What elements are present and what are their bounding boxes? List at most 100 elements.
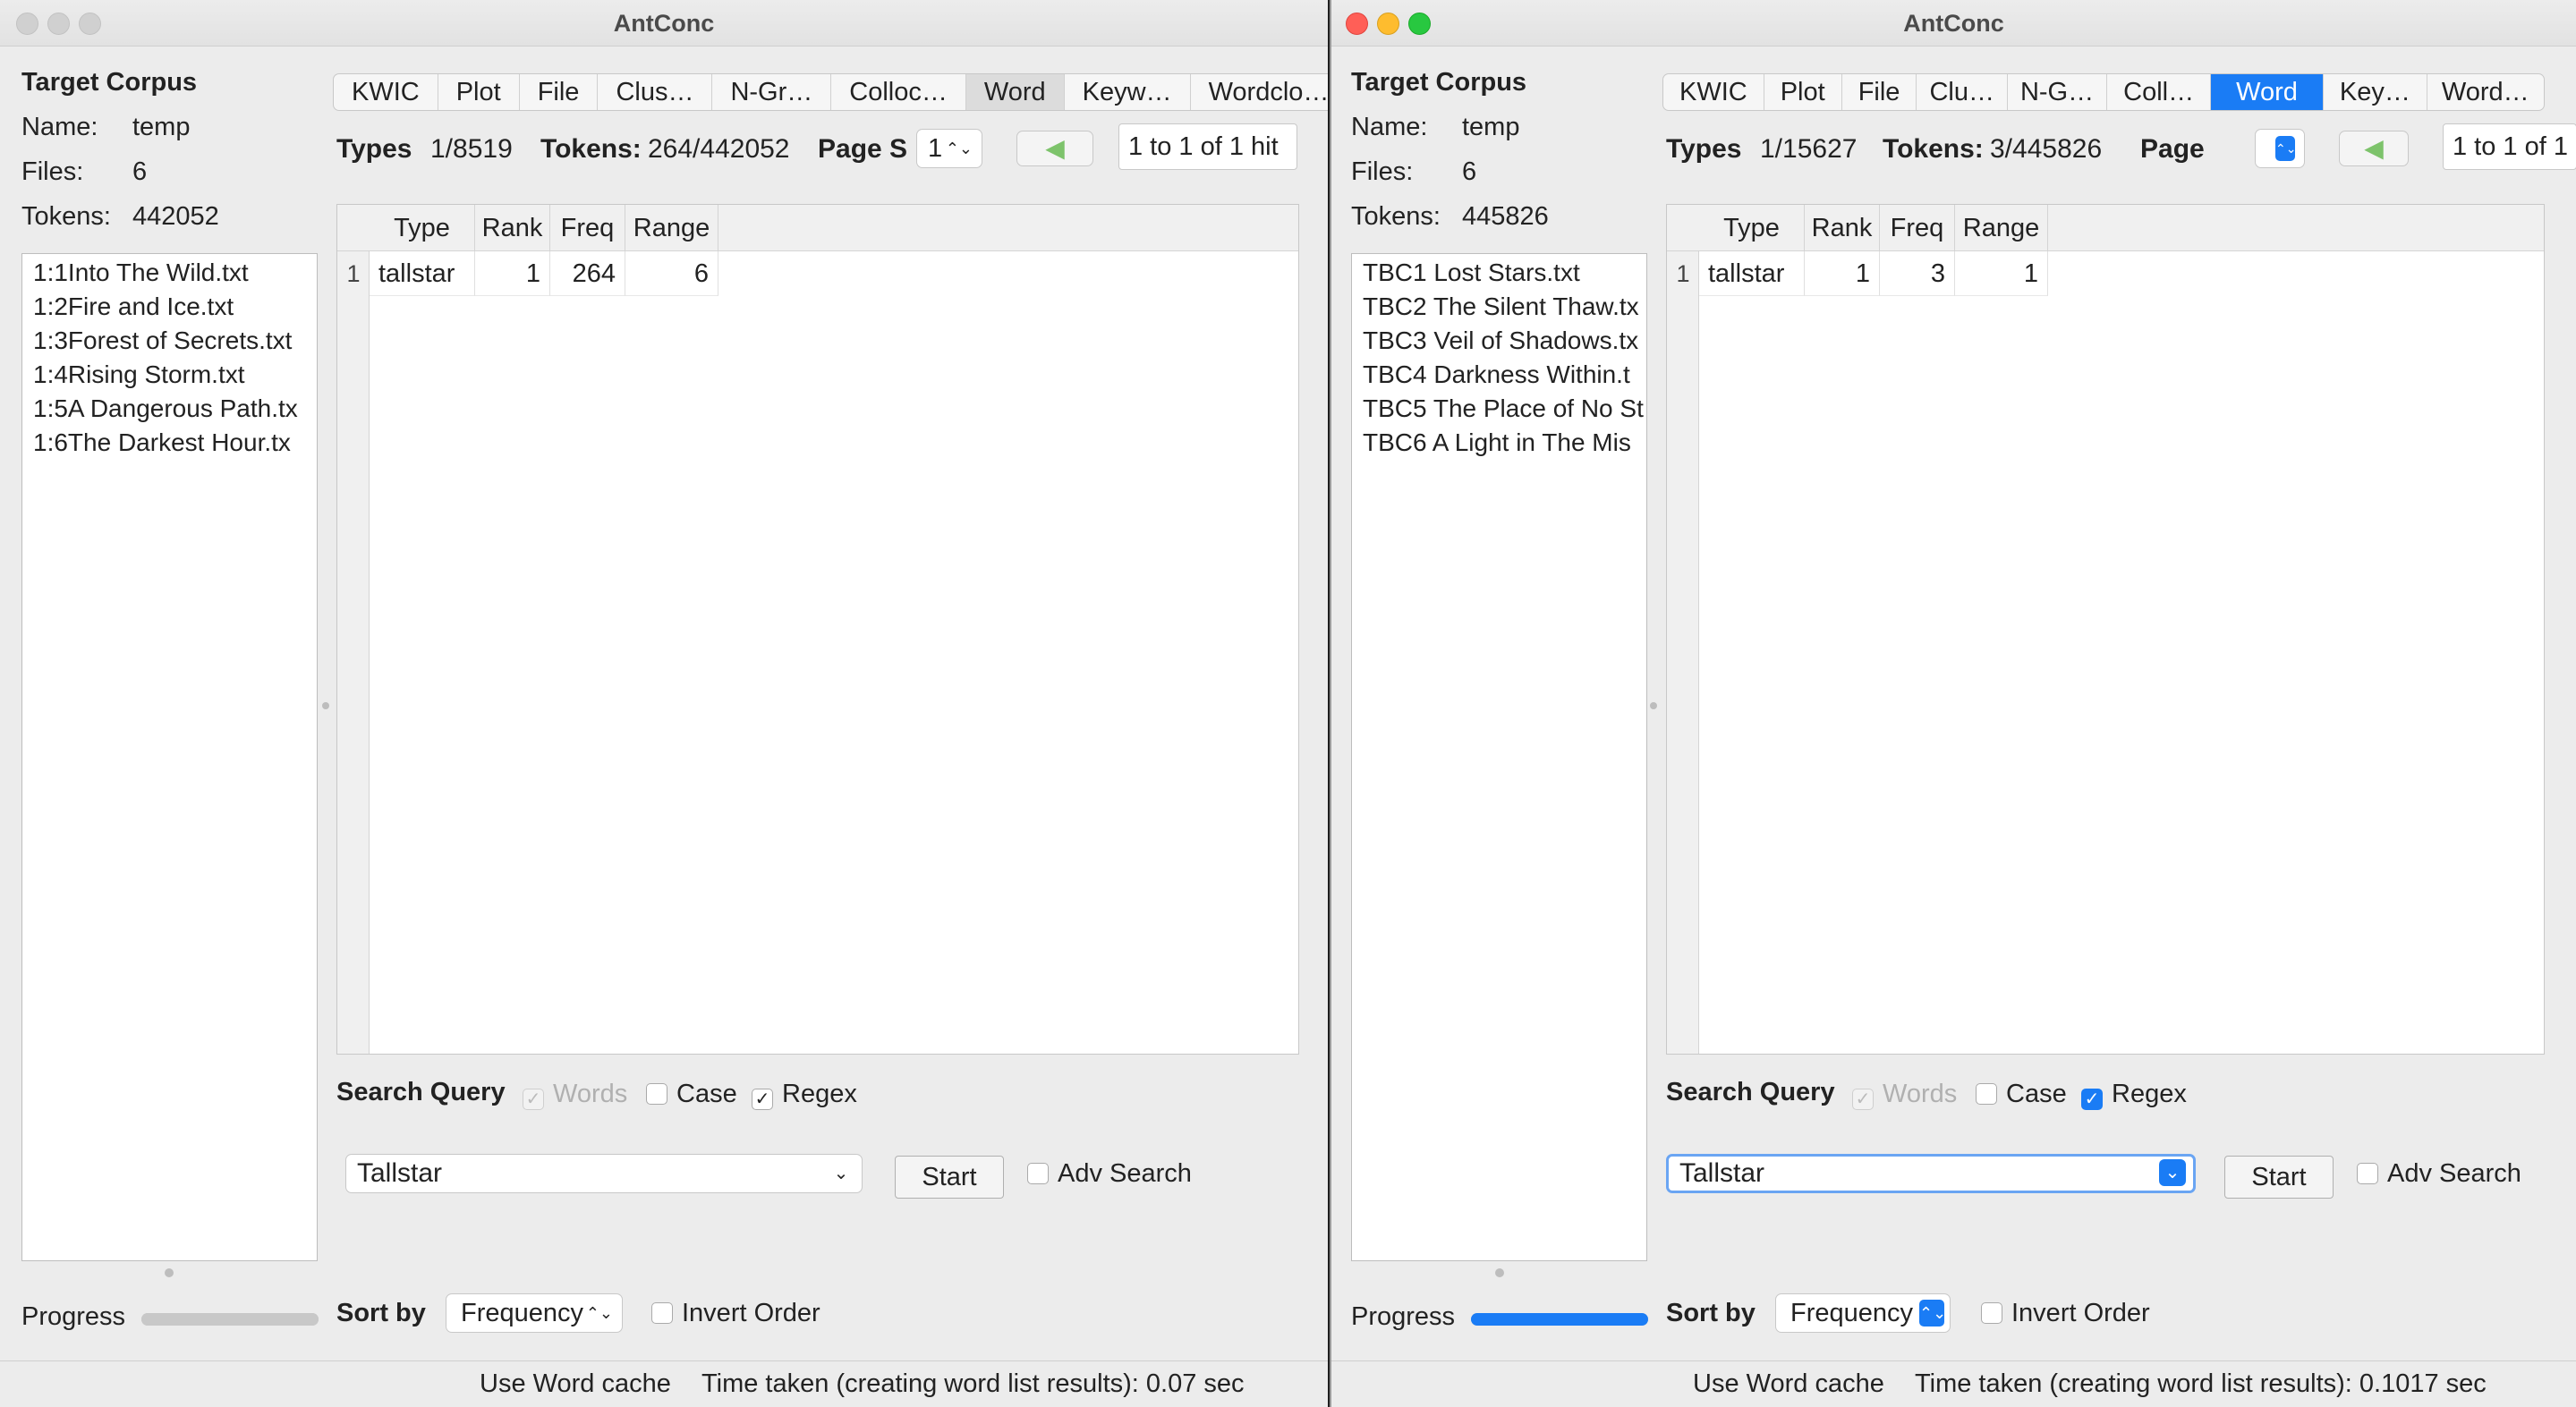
file-list-item[interactable]: 1:4Rising Storm.txt <box>22 358 317 392</box>
corpus-name-value: temp <box>1462 113 1520 141</box>
file-list-item[interactable]: 1:3Forest of Secrets.txt <box>22 324 317 358</box>
case-checkbox[interactable]: Case <box>646 1080 737 1109</box>
progress-label: Progress <box>21 1302 126 1331</box>
split-handle[interactable] <box>165 1268 174 1277</box>
results-table[interactable]: Type Rank Freq Range 1 tallstar 1 3 1 <box>1666 204 2545 1055</box>
cell-range[interactable]: 6 <box>625 251 718 296</box>
tab-file[interactable]: File <box>520 74 599 110</box>
sort-by-select[interactable]: Frequency ⌃⌄ <box>1775 1293 1951 1333</box>
tab-plot[interactable]: Plot <box>438 74 520 110</box>
split-handle[interactable] <box>1495 1268 1504 1277</box>
corpus-file-list[interactable]: 1:1Into The Wild.txt 1:2Fire and Ice.txt… <box>21 253 318 1261</box>
panel-divider-handle[interactable] <box>322 702 329 709</box>
tab-ngram[interactable]: N-G… <box>2008 74 2108 110</box>
page-size-stepper[interactable]: 1 ⌃⌄ <box>916 129 982 168</box>
tab-word[interactable]: Word <box>965 74 1065 110</box>
file-list-item[interactable]: TBC6 A Light in The Mis <box>1352 426 1646 460</box>
previous-page-button[interactable]: ◀ <box>1016 131 1093 166</box>
progress-label: Progress <box>1351 1302 1456 1331</box>
chevron-down-icon[interactable]: ⌄ <box>2159 1159 2186 1186</box>
tab-keyword[interactable]: Keyw… <box>1065 74 1191 110</box>
stepper-arrows-icon: ⌃⌄ <box>585 1304 613 1322</box>
tab-word[interactable]: Word <box>2211 74 2324 110</box>
file-list-item[interactable]: TBC2 The Silent Thaw.tx <box>1352 290 1646 324</box>
cell-range[interactable]: 1 <box>1955 251 2048 296</box>
checkbox-icon <box>2357 1163 2378 1184</box>
zoom-window-button[interactable] <box>79 13 101 35</box>
cell-type[interactable]: tallstar <box>1699 251 1805 296</box>
file-list-item[interactable]: 1:6The Darkest Hour.tx <box>22 426 317 460</box>
tab-collocate[interactable]: Coll… <box>2107 74 2212 110</box>
cell-rank[interactable]: 1 <box>475 251 550 296</box>
invert-order-checkbox[interactable]: Invert Order <box>1981 1299 2150 1328</box>
tab-kwic[interactable]: KWIC <box>1663 74 1764 110</box>
previous-page-button[interactable]: ◀ <box>2339 131 2409 166</box>
case-checkbox[interactable]: Case <box>1976 1080 2067 1109</box>
file-list-item[interactable]: TBC1 Lost Stars.txt <box>1352 256 1646 290</box>
close-window-button[interactable] <box>16 13 38 35</box>
sort-by-select[interactable]: Frequency ⌃⌄ <box>446 1293 623 1333</box>
tab-keyword[interactable]: Key… <box>2324 74 2427 110</box>
cell-rank[interactable]: 1 <box>1805 251 1880 296</box>
column-header-freq[interactable]: Freq <box>550 205 625 251</box>
column-header-freq[interactable]: Freq <box>1880 205 1955 251</box>
column-header-range[interactable]: Range <box>1955 205 2048 251</box>
file-list-item[interactable]: 1:5A Dangerous Path.tx <box>22 392 317 426</box>
column-header-rank[interactable]: Rank <box>475 205 550 251</box>
page-stepper[interactable]: ⌃⌄ <box>2255 129 2305 168</box>
cell-freq[interactable]: 264 <box>550 251 625 296</box>
status-time: Time taken (creating word list results):… <box>1915 1369 2487 1398</box>
results-table[interactable]: Type Rank Freq Range 1 tallstar 1 264 6 <box>336 204 1299 1055</box>
cell-type[interactable]: tallstar <box>370 251 475 296</box>
window-controls <box>16 13 110 39</box>
title-bar[interactable]: AntConc <box>1331 0 2576 47</box>
search-query-input[interactable]: Tallstar ⌄ <box>345 1154 863 1193</box>
file-list-item[interactable]: 1:2Fire and Ice.txt <box>22 290 317 324</box>
adv-search-checkbox[interactable]: Adv Search <box>1027 1159 1192 1189</box>
start-button[interactable]: Start <box>2224 1156 2334 1199</box>
back-arrow-icon: ◀ <box>1045 134 1065 162</box>
tab-kwic[interactable]: KWIC <box>334 74 438 110</box>
file-list-item[interactable]: TBC4 Darkness Within.t <box>1352 358 1646 392</box>
invert-order-checkbox[interactable]: Invert Order <box>651 1299 820 1328</box>
tab-collocate[interactable]: Colloc… <box>831 74 966 110</box>
zoom-window-button[interactable] <box>1408 13 1431 35</box>
page-range-display: 1 to 1 of 1 h <box>2443 123 2576 170</box>
words-checkbox: ✓ Words <box>1852 1080 1957 1110</box>
panel-divider-handle[interactable] <box>1650 702 1657 709</box>
tab-cluster[interactable]: Clu… <box>1917 74 2008 110</box>
column-header-range[interactable]: Range <box>625 205 718 251</box>
cell-freq[interactable]: 3 <box>1880 251 1955 296</box>
file-list-item[interactable]: TBC3 Veil of Shadows.tx <box>1352 324 1646 358</box>
close-window-button[interactable] <box>1346 13 1368 35</box>
tab-wordcloud[interactable]: Wordclo… <box>1191 74 1328 110</box>
minimize-window-button[interactable] <box>1377 13 1399 35</box>
corpus-file-list[interactable]: TBC1 Lost Stars.txt TBC2 The Silent Thaw… <box>1351 253 1647 1261</box>
minimize-window-button[interactable] <box>47 13 70 35</box>
corpus-files-value: 6 <box>132 157 148 186</box>
start-button[interactable]: Start <box>895 1156 1004 1199</box>
search-query-label: Search Query <box>336 1078 506 1106</box>
title-bar[interactable]: AntConc <box>0 0 1328 47</box>
column-header-type[interactable]: Type <box>1699 205 1805 251</box>
column-header-type[interactable]: Type <box>370 205 475 251</box>
file-list-item[interactable]: TBC5 The Place of No St <box>1352 392 1646 426</box>
column-header-rank[interactable]: Rank <box>1805 205 1880 251</box>
regex-checkbox[interactable]: ✓ Regex <box>752 1080 857 1110</box>
file-list-item[interactable]: 1:1Into The Wild.txt <box>22 256 317 290</box>
corpus-tokens-label: Tokens: <box>21 202 111 231</box>
tab-wordcloud[interactable]: Word… <box>2427 74 2544 110</box>
chevron-down-icon[interactable]: ⌄ <box>828 1160 854 1187</box>
tool-tabs: KWIC Plot File Clu… N-G… Coll… Word Key…… <box>1662 73 2545 111</box>
adv-search-checkbox[interactable]: Adv Search <box>2357 1159 2521 1189</box>
tab-file[interactable]: File <box>1842 74 1917 110</box>
words-label: Words <box>553 1080 628 1108</box>
invert-order-label: Invert Order <box>682 1299 820 1327</box>
page-range-text: 1 to 1 of 1 hit <box>1128 132 1279 161</box>
adv-search-label: Adv Search <box>2387 1159 2521 1188</box>
tab-ngram[interactable]: N-Gr… <box>712 74 832 110</box>
tab-cluster[interactable]: Clus… <box>598 74 713 110</box>
tab-plot[interactable]: Plot <box>1764 74 1842 110</box>
regex-checkbox[interactable]: ✓ Regex <box>2081 1080 2187 1110</box>
search-query-input[interactable]: Tallstar ⌄ <box>1666 1154 2196 1193</box>
